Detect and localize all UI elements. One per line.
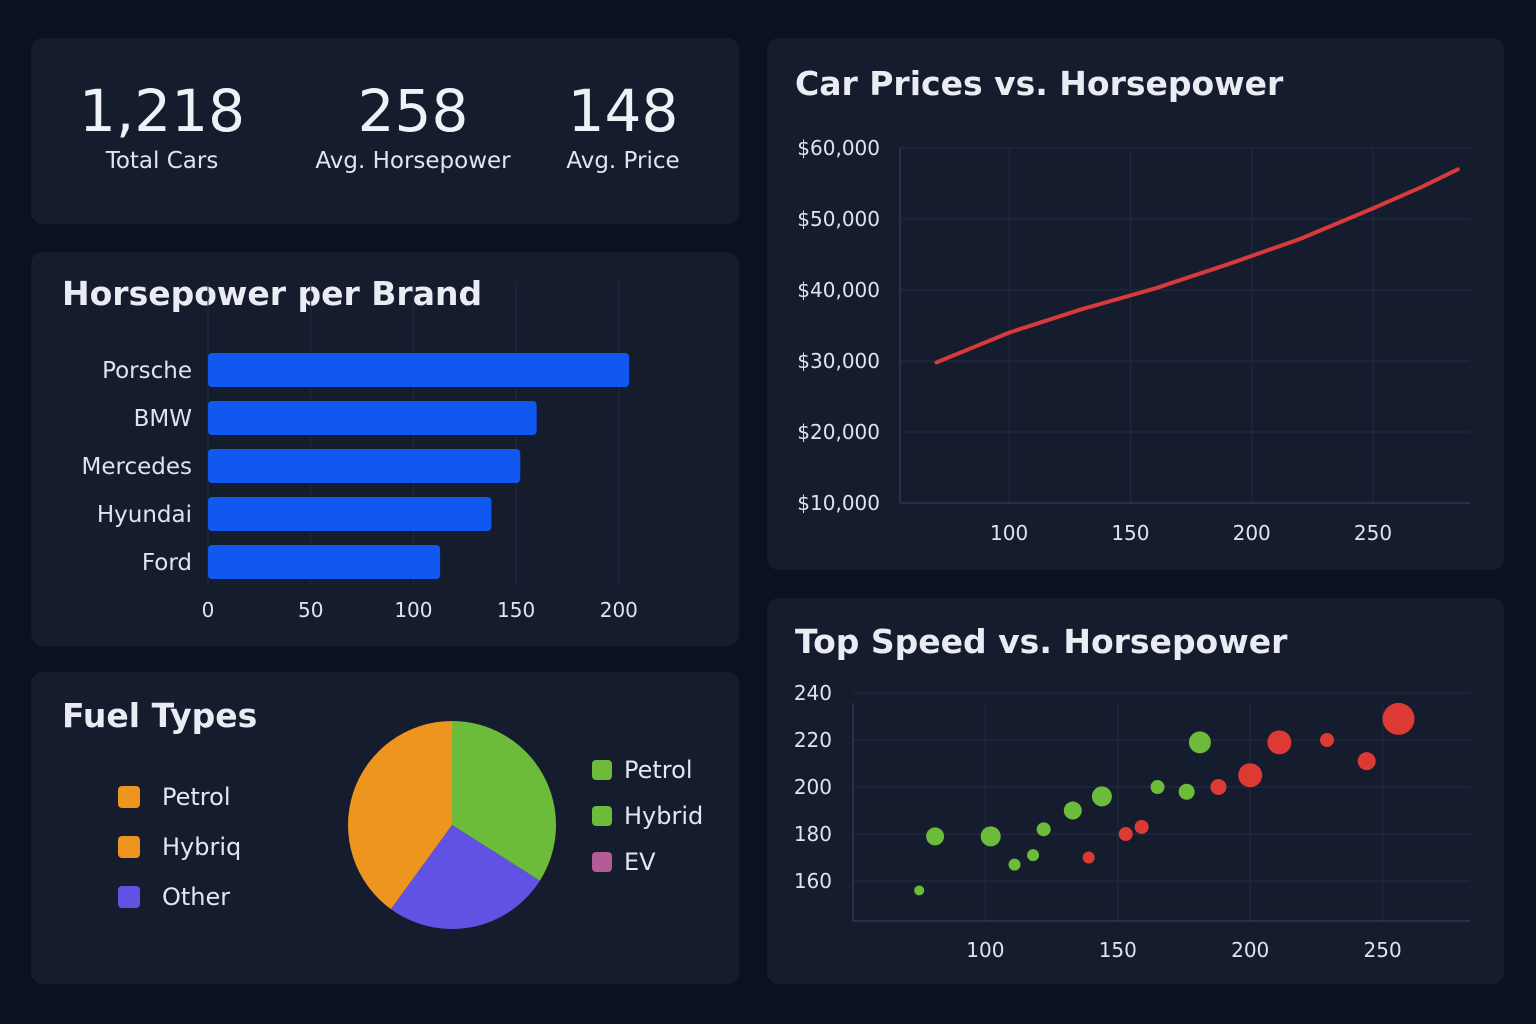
fuel-types-card: Fuel Types Petrol Hybriq Other Petrol Hy… [31, 672, 739, 984]
bar-category-label: Mercedes [82, 454, 192, 480]
scatter-point [1382, 702, 1415, 735]
scatter-point [1178, 783, 1195, 800]
fuel-legend-right: Petrol Hybrid EV [592, 747, 703, 885]
x-tick-label: 50 [298, 598, 323, 622]
x-tick-label: 150 [497, 598, 535, 622]
kpi-label: Avg. Horsepower [315, 148, 511, 174]
price-card: Car Prices vs. Horsepower $10,000 $20,000… [767, 38, 1504, 570]
bar [208, 401, 537, 435]
legend-swatch [592, 852, 612, 872]
kpi-avg-price: 148 Avg. Price [541, 76, 705, 176]
y-tick-label: 220 [794, 728, 832, 752]
kpi-value: 1,218 [78, 77, 246, 145]
legend-label: Hybrid [624, 802, 704, 830]
legend-label: EV [624, 848, 656, 876]
bar [208, 353, 630, 387]
x-tick-label: 0 [202, 598, 215, 622]
scatter-point [926, 827, 945, 846]
y-tick-label: 160 [794, 869, 832, 893]
kpi-total-cars: 1,218 Total Cars [67, 76, 257, 176]
bar-category-label: BMW [134, 406, 192, 432]
scatter-point [1150, 780, 1165, 795]
x-tick-label: 200 [1231, 938, 1269, 962]
legend-swatch [592, 806, 612, 826]
scatter-point [1320, 733, 1335, 748]
scatter-point [980, 826, 1001, 847]
legend-label: Petrol [624, 756, 693, 784]
x-tick-label: 150 [1099, 938, 1137, 962]
y-tick-label: 200 [794, 775, 832, 799]
scatter-point [1027, 849, 1040, 862]
x-tick-label: 200 [600, 598, 638, 622]
scatter-point [1008, 858, 1021, 871]
scatter-point [1188, 731, 1211, 754]
scatter-point [1082, 851, 1095, 864]
x-tick-label: 200 [1233, 521, 1271, 545]
legend-item: Petrol [592, 747, 703, 793]
horsepower-bar-chart: 0 50 100 150 200 Porsche BMW Mercedes Hyundai For… [82, 282, 638, 622]
kpi-card: 1,218 Total Cars 258 Avg. Horsepower 148… [31, 38, 739, 224]
scatter-point [1063, 801, 1082, 820]
x-tick-label: 150 [1111, 521, 1149, 545]
legend-item: EV [592, 839, 703, 885]
y-tick-label: 240 [794, 681, 832, 705]
x-tick-label: 100 [966, 938, 1004, 962]
bar [208, 545, 441, 579]
y-tick-label: $10,000 [797, 491, 880, 515]
kpi-value: 258 [357, 77, 469, 145]
kpi-value: 148 [567, 77, 679, 145]
scatter-point [1238, 763, 1263, 788]
y-tick-label: $60,000 [797, 136, 880, 160]
speed-scatter-chart: 160 180 200 220 240 100 150 200 250 [794, 681, 1470, 962]
bar [208, 449, 521, 483]
legend-swatch [592, 760, 612, 780]
kpi-label: Avg. Price [566, 148, 680, 174]
bar-category-label: Ford [142, 550, 192, 576]
legend-item: Hybrid [592, 793, 703, 839]
scatter-point [1267, 730, 1292, 755]
price-line-chart: $10,000 $20,000 $30,000 $40,000 $50,000 $60,0… [797, 136, 1470, 545]
scatter-point [1357, 752, 1376, 771]
scatter-point [914, 885, 925, 896]
x-tick-label: 250 [1364, 938, 1402, 962]
price-line [934, 167, 1460, 365]
y-tick-label: $20,000 [797, 420, 880, 444]
scatter-point [1134, 819, 1149, 834]
scatter-point [1036, 822, 1051, 837]
speed-card: Top Speed vs. Horsepower 160 180 200 220 240… [767, 598, 1504, 984]
kpi-avg-horsepower: 258 Avg. Horsepower [306, 76, 520, 176]
y-tick-label: $50,000 [797, 207, 880, 231]
kpi-label: Total Cars [105, 148, 219, 174]
y-tick-label: $40,000 [797, 278, 880, 302]
bar-category-label: Hyundai [97, 502, 192, 528]
y-tick-label: 180 [794, 822, 832, 846]
x-tick-label: 250 [1354, 521, 1392, 545]
bar-category-label: Porsche [102, 358, 192, 384]
horsepower-card: Horsepower per Brand 0 50 100 150 200 Porsche… [31, 252, 739, 646]
scatter-point [1210, 779, 1227, 796]
scatter-point [1118, 827, 1133, 842]
x-tick-label: 100 [394, 598, 432, 622]
bar [208, 497, 492, 531]
y-tick-label: $30,000 [797, 349, 880, 373]
scatter-point [1091, 786, 1112, 807]
x-tick-label: 100 [990, 521, 1028, 545]
